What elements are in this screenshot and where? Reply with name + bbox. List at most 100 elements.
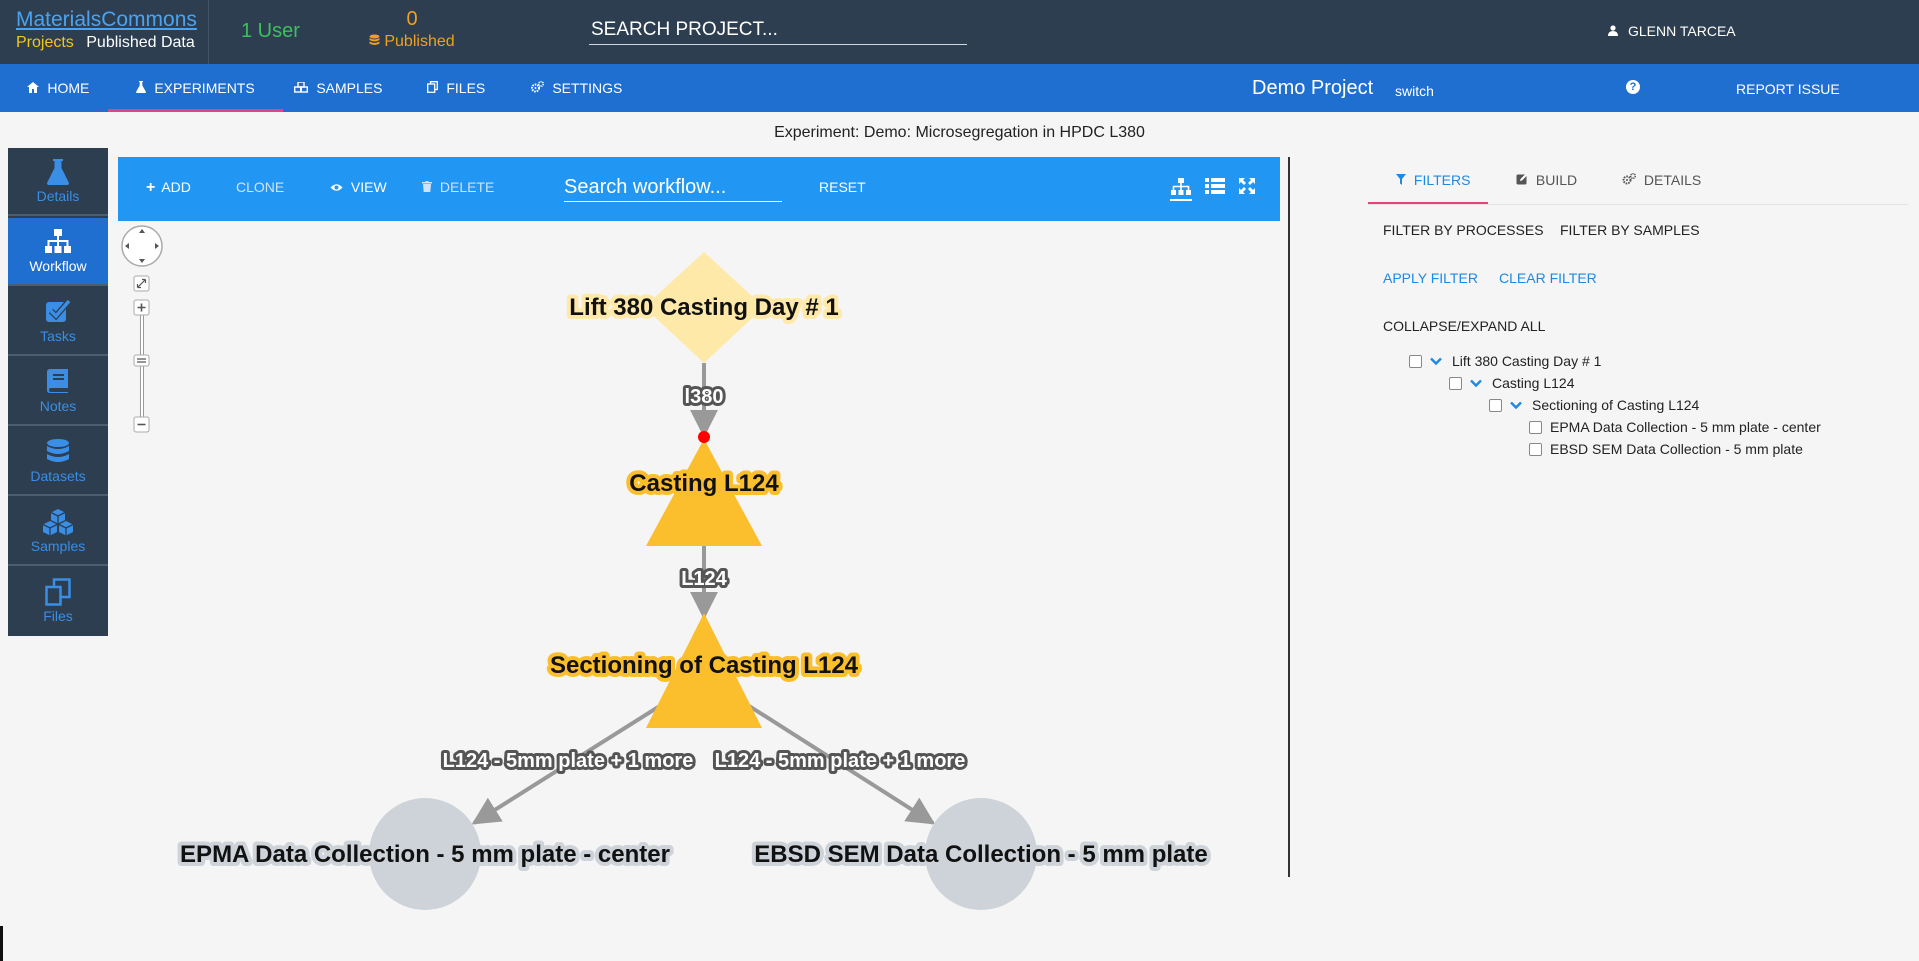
gears-icon [531, 80, 547, 96]
sidebar-item-tasks[interactable]: Tasks [8, 288, 108, 356]
sidebar-item-details[interactable]: Details [8, 148, 108, 216]
sitemap-icon [8, 228, 108, 256]
node-sectioning-label[interactable]: Sectioning of Casting L124 [546, 648, 863, 683]
collapse-expand-all-button[interactable]: COLLAPSE/EXPAND ALL [1383, 318, 1545, 334]
delete-button[interactable]: DELETE [422, 179, 494, 195]
home-icon [27, 82, 42, 96]
filter-by-samples-button[interactable]: FILTER BY SAMPLES [1560, 222, 1700, 238]
nav-files-label: FILES [446, 80, 486, 96]
flask-icon [8, 158, 108, 186]
tree-checkbox[interactable] [1529, 442, 1542, 456]
nav-home-label: HOME [47, 80, 90, 96]
switch-project-link[interactable]: switch [1395, 83, 1434, 99]
nav-samples[interactable]: SAMPLES [293, 64, 383, 112]
panel-divider[interactable] [1288, 157, 1290, 877]
tab-details-label: DETAILS [1643, 172, 1702, 188]
chevron-down-icon[interactable] [1510, 399, 1522, 411]
tree-item-label[interactable]: Sectioning of Casting L124 [1532, 397, 1699, 413]
sidebar-item-label: Datasets [30, 468, 86, 484]
sidebar-item-workflow[interactable]: Workflow [8, 218, 108, 286]
user-menu[interactable]: GLENN TARCEA [1608, 23, 1736, 39]
tree-item-label[interactable]: EBSD SEM Data Collection - 5 mm plate [1550, 441, 1803, 457]
projects-link[interactable]: Projects [16, 34, 74, 51]
edge-label[interactable]: l380 [682, 383, 727, 411]
list-view-icon[interactable] [1205, 177, 1227, 199]
delete-label: DELETE [439, 179, 495, 195]
tree-item: Sectioning of Casting L124 [1489, 397, 1699, 413]
sidebar-item-datasets[interactable]: Datasets [8, 428, 108, 496]
clear-filter-button[interactable]: CLEAR FILTER [1499, 270, 1597, 286]
user-name: GLENN TARCEA [1628, 23, 1736, 39]
nav-samples-label: SAMPLES [316, 80, 383, 96]
tree-checkbox[interactable] [1529, 420, 1542, 434]
chevron-down-icon[interactable] [1430, 355, 1442, 367]
published-data-link[interactable]: Published Data [86, 34, 195, 51]
experiment-title: Experiment: Demo: Microsegregation in HP… [774, 124, 1145, 141]
tree-item-label[interactable]: Lift 380 Casting Day # 1 [1452, 353, 1601, 369]
sidebar-item-label: Tasks [40, 328, 76, 344]
node-casting-day-label[interactable]: Lift 380 Casting Day # 1 [565, 290, 842, 325]
brand-link[interactable]: MaterialsCommons [16, 8, 197, 32]
files-icon [427, 81, 441, 96]
tree-item: EBSD SEM Data Collection - 5 mm plate [1529, 441, 1803, 457]
published-counter[interactable]: 0 Published [367, 8, 457, 51]
nav-files[interactable]: FILES [427, 64, 485, 112]
sidebar-item-notes[interactable]: Notes [8, 358, 108, 426]
nav-bar: HOME EXPERIMENTS SAMPLES FILES SETTINGS … [0, 64, 1919, 112]
search-workflow-input[interactable] [564, 173, 782, 202]
chevron-down-icon[interactable] [1470, 377, 1482, 389]
sidebar-item-files[interactable]: Files [8, 568, 108, 636]
top-bar: MaterialsCommons Projects Published Data… [0, 0, 1919, 64]
clone-button[interactable]: CLONE [236, 179, 284, 195]
tab-build[interactable]: BUILD [1516, 172, 1577, 188]
sidebar-item-label: Workflow [29, 258, 87, 274]
tab-details[interactable]: DETAILS [1622, 172, 1701, 188]
sidebar: Details Workflow Tasks Notes Datasets Sa… [8, 148, 108, 636]
nav-home[interactable]: HOME [27, 64, 89, 112]
add-button[interactable]: + ADD [146, 179, 191, 197]
filter-by-processes-button[interactable]: FILTER BY PROCESSES [1383, 222, 1544, 238]
tree-item: EPMA Data Collection - 5 mm plate - cent… [1529, 419, 1821, 435]
files-icon [8, 578, 108, 606]
view-button[interactable]: VIEW [330, 179, 387, 195]
active-tab-indicator [1368, 202, 1488, 204]
tree-view-icon[interactable] [1170, 177, 1192, 201]
divider [208, 0, 209, 64]
nav-experiments[interactable]: EXPERIMENTS [108, 64, 283, 112]
tab-filters-label: FILTERS [1413, 172, 1471, 188]
checkbox-icon [8, 298, 108, 326]
tree-item: Lift 380 Casting Day # 1 [1409, 353, 1601, 369]
users-count[interactable]: 1 User [241, 20, 300, 43]
node-epma-label[interactable]: EPMA Data Collection - 5 mm plate - cent… [176, 837, 674, 872]
node-ebsd-label[interactable]: EBSD SEM Data Collection - 5 mm plate [750, 837, 1211, 872]
node-casting-label[interactable]: Casting L124 [625, 466, 783, 501]
workflow-graph[interactable]: Lift 380 Casting Day # 1 Casting L124 Se… [118, 221, 1278, 926]
edge-label[interactable]: L124 - 5mm plate + 1 more [440, 747, 697, 775]
nav-settings[interactable]: SETTINGS [531, 64, 622, 112]
panel-tabs: FILTERS BUILD DETAILS [1368, 160, 1908, 205]
help-icon[interactable]: ? [1626, 80, 1640, 94]
sidebar-item-label: Notes [39, 398, 77, 414]
project-name: Demo Project [1252, 77, 1374, 99]
add-label: ADD [161, 179, 191, 195]
edge-label[interactable]: L124 [678, 565, 730, 593]
trash-icon [422, 179, 440, 195]
tree-item-label[interactable]: EPMA Data Collection - 5 mm plate - cent… [1550, 419, 1821, 435]
search-project-input[interactable] [589, 16, 967, 45]
database-icon [369, 34, 380, 45]
book-icon [8, 368, 108, 396]
workflow-toolbar: + ADD CLONE VIEW DELETE RESET [118, 157, 1280, 221]
report-issue-link[interactable]: REPORT ISSUE [1736, 81, 1840, 97]
reset-button[interactable]: RESET [819, 179, 866, 195]
tree-checkbox[interactable] [1449, 376, 1462, 390]
sidebar-item-label: Samples [30, 538, 86, 554]
fullscreen-icon[interactable] [1238, 177, 1260, 199]
tab-filters[interactable]: FILTERS [1396, 172, 1470, 188]
apply-filter-button[interactable]: APPLY FILTER [1383, 270, 1478, 286]
published-count: 0 [406, 8, 418, 30]
sidebar-item-samples[interactable]: Samples [8, 498, 108, 566]
tree-checkbox[interactable] [1409, 354, 1422, 368]
tree-checkbox[interactable] [1489, 398, 1502, 412]
edge-label[interactable]: L124 - 5mm plate + 1 more [712, 747, 969, 775]
tree-item-label[interactable]: Casting L124 [1492, 375, 1575, 391]
